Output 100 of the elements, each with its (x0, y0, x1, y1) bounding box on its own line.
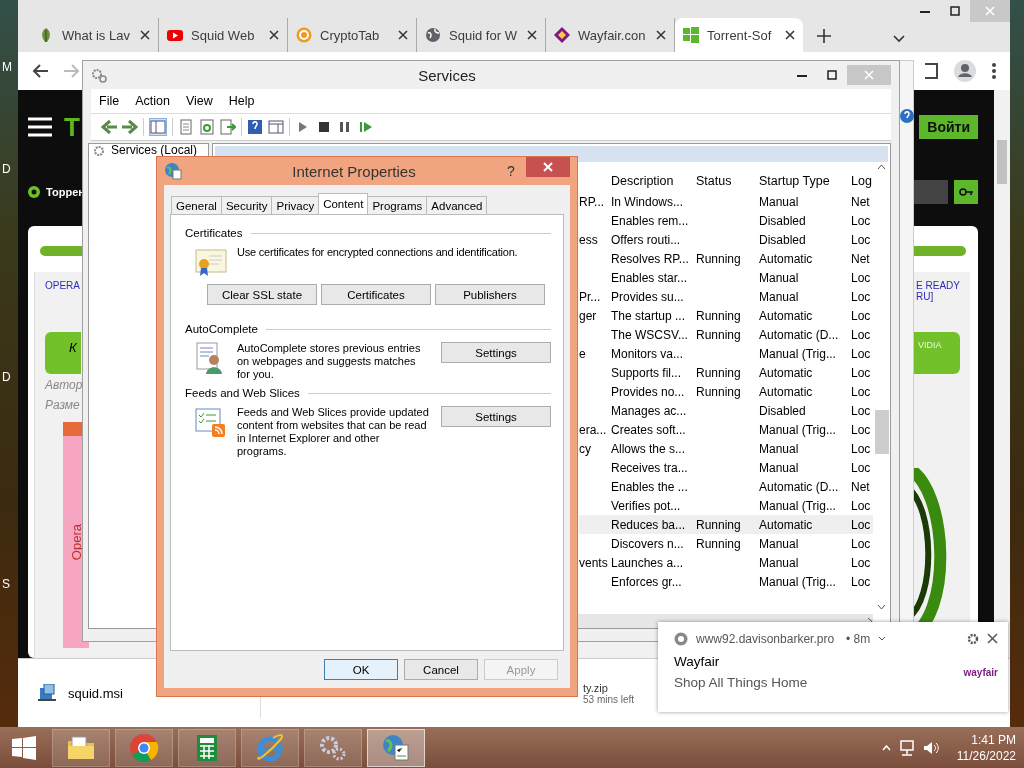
speaker-icon[interactable] (922, 739, 939, 756)
view-pane-icon[interactable] (268, 119, 284, 135)
table-row[interactable]: Pr... Provides su... Manual Loc (579, 287, 873, 306)
column-header[interactable]: Startup Type (759, 174, 851, 188)
table-row[interactable]: Provides no... Running Automatic Loc (579, 382, 873, 401)
table-row[interactable]: The WSCSV... Running Automatic (D... Loc (579, 325, 873, 344)
menu-icon[interactable] (28, 117, 52, 137)
dialog-button[interactable]: Clear SSL state (207, 284, 317, 305)
tree-item[interactable]: Services (Local) (91, 144, 200, 157)
close-icon[interactable] (785, 30, 795, 40)
tab[interactable]: Security (220, 196, 273, 214)
close-icon[interactable] (140, 30, 150, 40)
file-name[interactable]: ty.zip (583, 681, 635, 694)
menu-item[interactable]: Help (220, 94, 263, 108)
forward-arrow-icon[interactable] (122, 119, 138, 135)
tab[interactable]: General (171, 196, 222, 214)
settings-icon[interactable] (967, 633, 979, 645)
table-row[interactable]: RP... In Windows... Manual Net (579, 192, 873, 211)
scrollbar-thumb[interactable] (997, 140, 1007, 184)
table-row[interactable]: ger The startup ... Running Automatic Loc (579, 306, 873, 325)
link[interactable]: RU] (916, 291, 960, 302)
clock-date[interactable]: 11/26/2022 (956, 747, 1016, 764)
ok-button[interactable]: OK (324, 659, 398, 680)
table-cell-text: Loc (851, 308, 872, 323)
search-button[interactable] (954, 180, 978, 204)
taskbar-button[interactable] (52, 728, 110, 767)
table-row[interactable]: vents Launches a... Manual Loc (579, 553, 873, 572)
table-row[interactable]: Manages ac... Disabled Loc (579, 401, 873, 420)
refresh-icon[interactable] (199, 119, 215, 135)
tab[interactable]: Advanced (426, 196, 488, 214)
taskbar-button[interactable] (241, 728, 299, 767)
browser-tab[interactable]: Torrent-Sof (675, 18, 803, 52)
close-icon[interactable] (987, 633, 998, 644)
stop-icon[interactable] (316, 119, 332, 135)
dialog-button[interactable]: Cancel (404, 659, 478, 680)
login-button[interactable]: Войти (919, 115, 978, 139)
table-row[interactable]: Resolves RP... Running Automatic Net (579, 249, 873, 268)
link[interactable]: E READY (916, 280, 960, 291)
dialog-button[interactable]: Publishers (435, 284, 545, 305)
resume-icon[interactable] (358, 119, 374, 135)
desktop-icon-label[interactable]: M (2, 60, 12, 74)
table-row[interactable]: Reduces ba... Running Automatic Loc (579, 515, 873, 534)
taskbar-button[interactable] (178, 728, 236, 767)
tab[interactable]: Content (318, 193, 369, 214)
menu-dots-icon[interactable] (992, 63, 996, 79)
profile-avatar-icon[interactable] (954, 60, 976, 82)
file-name[interactable]: squid.msi (68, 685, 123, 701)
close-icon[interactable] (527, 30, 537, 40)
table-row[interactable]: Enables the ... Automatic (D... Net (579, 477, 873, 496)
desktop-icon-label[interactable]: D (2, 162, 12, 176)
caret-icon[interactable] (878, 636, 887, 642)
table-row[interactable]: Enables star... Manual Loc (579, 268, 873, 287)
chevron-up-icon[interactable] (881, 744, 891, 751)
help-icon[interactable] (247, 119, 263, 135)
site-logo[interactable]: T (64, 111, 80, 143)
table-row[interactable]: ess Offers routi... Disabled Loc (579, 230, 873, 249)
table-row[interactable]: Verifies pot... Manual (Trig... Loc (579, 496, 873, 515)
close-icon[interactable] (398, 30, 408, 40)
column-header[interactable]: Description (611, 174, 696, 188)
desktop-icon-label[interactable]: D (2, 370, 12, 384)
column-header[interactable]: Status (696, 174, 759, 188)
taskbar-button[interactable] (115, 728, 173, 767)
export-icon[interactable] (220, 119, 236, 135)
table-row[interactable]: Discovers n... Running Manual Loc (579, 534, 873, 553)
action-button[interactable]: К (45, 332, 81, 374)
back-arrow-icon[interactable] (32, 64, 48, 78)
chevron-down-icon[interactable] (893, 35, 905, 43)
column-header[interactable]: Log (851, 174, 873, 188)
table-row[interactable]: Enables rem... Disabled Loc (579, 211, 873, 230)
close-icon[interactable] (656, 30, 666, 40)
chrome-icon (129, 732, 159, 763)
menu-item[interactable]: File (91, 94, 128, 108)
table-row[interactable]: era... Creates soft... Manual (Trig... Loc (579, 420, 873, 439)
table-row[interactable]: Supports fil... Running Automatic Loc (579, 363, 873, 382)
table-row[interactable]: Enforces gr... Manual (Trig... Loc (579, 572, 873, 591)
taskbar-button[interactable] (367, 728, 425, 767)
console-tree-icon[interactable] (149, 118, 167, 136)
tab[interactable]: Privacy (271, 196, 320, 214)
plus-icon[interactable] (817, 29, 831, 43)
dialog-button[interactable]: Settings (441, 406, 551, 427)
windows-logo-icon[interactable] (12, 735, 36, 760)
tab[interactable]: Programs (367, 196, 428, 214)
dialog-button[interactable]: Settings (441, 342, 551, 363)
close-button[interactable] (526, 157, 570, 177)
menu-item[interactable]: View (177, 94, 221, 108)
network-icon[interactable] (898, 739, 915, 756)
table-row[interactable]: e Monitors va... Manual (Trig... Loc (579, 344, 873, 363)
link[interactable]: OPERA (45, 280, 80, 302)
clock-time[interactable]: 1:41 PM (971, 731, 1016, 748)
close-icon[interactable] (269, 30, 279, 40)
help-button[interactable]: ? (496, 163, 526, 179)
help-icon[interactable] (899, 109, 914, 123)
dialog-button[interactable]: Certificates (321, 284, 431, 305)
menu-item[interactable]: Action (127, 94, 178, 108)
table-cell-text: Automatic (759, 384, 814, 399)
table-row[interactable]: Receives tra... Manual Loc (579, 458, 873, 477)
taskbar-button[interactable] (304, 728, 362, 767)
scrollbar-thumb[interactable] (874, 410, 889, 454)
desktop-icon-label[interactable]: S (2, 577, 12, 591)
table-row[interactable]: cy Allows the s... Manual Loc (579, 439, 873, 458)
